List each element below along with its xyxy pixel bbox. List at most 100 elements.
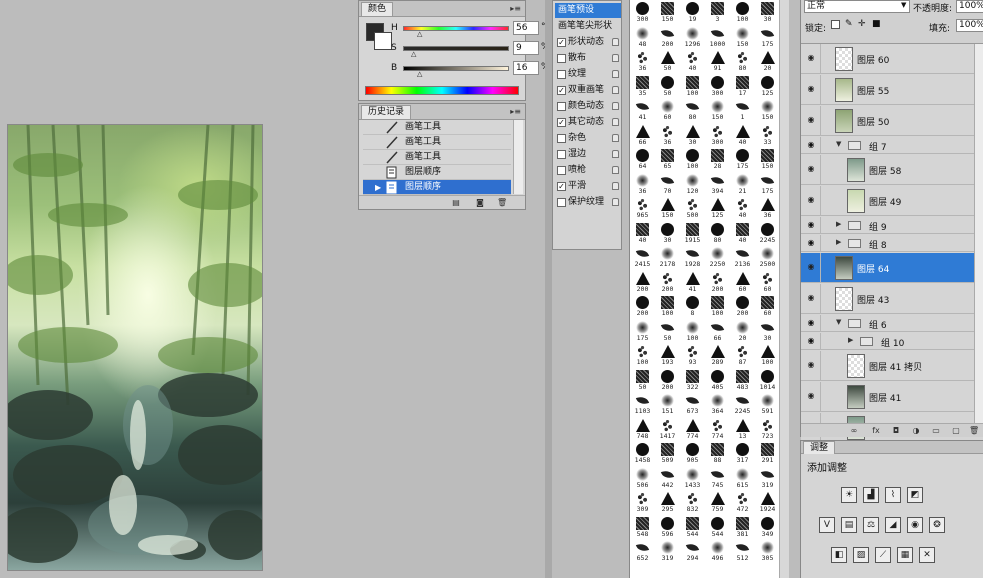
brush-preset-tip[interactable]: 1915 bbox=[680, 221, 705, 245]
brush-preset-tip[interactable]: 544 bbox=[680, 515, 705, 539]
brush-preset-tip[interactable]: 40 bbox=[730, 221, 755, 245]
brush-preset-tip[interactable]: 748 bbox=[630, 417, 655, 441]
brush-preset-tip[interactable]: 405 bbox=[705, 368, 730, 392]
brush-preset-tip[interactable]: 35 bbox=[630, 74, 655, 98]
brush-preset-tip[interactable]: 30 bbox=[655, 221, 680, 245]
brush-preset-tip[interactable]: 100 bbox=[680, 147, 705, 171]
brush-preset-tip[interactable]: 294 bbox=[680, 539, 705, 563]
layer-row[interactable]: ◉ 图层 41 bbox=[801, 382, 983, 412]
brush-preset-tip[interactable]: 200 bbox=[730, 294, 755, 318]
brush-preset-tip[interactable]: 60 bbox=[655, 98, 680, 122]
history-scrollbar[interactable] bbox=[513, 120, 523, 194]
brush-preset-tip[interactable]: 150 bbox=[730, 25, 755, 49]
brush-preset-tip[interactable]: 319 bbox=[655, 539, 680, 563]
history-item-selected[interactable]: ▶ 图层顺序 bbox=[363, 180, 511, 195]
panel-menu-icon[interactable]: ▸≡ bbox=[510, 107, 521, 116]
brightness-value-input[interactable]: 16 bbox=[513, 61, 539, 75]
brush-preset-tip[interactable]: 40 bbox=[680, 49, 705, 73]
brush-preset-tip[interactable]: 150 bbox=[755, 98, 779, 122]
tab-color[interactable]: 颜色 bbox=[361, 2, 394, 16]
brush-preset-tip[interactable]: 322 bbox=[680, 368, 705, 392]
eye-icon[interactable]: ◉ bbox=[805, 391, 817, 401]
history-item[interactable]: 画笔工具 bbox=[363, 120, 511, 135]
brush-preset-tip[interactable]: 652 bbox=[630, 539, 655, 563]
brush-preset-tip[interactable]: 673 bbox=[680, 392, 705, 416]
brush-preset-tip[interactable]: 1103 bbox=[630, 392, 655, 416]
layer-row-selected[interactable]: ◉ 图层 64 bbox=[801, 253, 983, 283]
smoothing-checkbox[interactable]: ✓ bbox=[557, 182, 566, 191]
brush-presets-button[interactable]: 画笔预设 bbox=[555, 3, 621, 18]
brush-preset-tip[interactable]: 305 bbox=[755, 539, 779, 563]
brush-preset-tip[interactable]: 150 bbox=[705, 98, 730, 122]
other-dynamics-checkbox[interactable]: ✓ bbox=[557, 118, 566, 127]
brush-preset-tip[interactable]: 496 bbox=[705, 539, 730, 563]
brush-preset-tip[interactable]: 300 bbox=[630, 0, 655, 24]
lock-position-icon[interactable]: ✛ bbox=[858, 19, 866, 29]
vibrance-icon[interactable]: V bbox=[819, 517, 835, 533]
expand-closed-icon[interactable]: ▶ bbox=[836, 238, 841, 246]
brush-preset-tip[interactable]: 150 bbox=[655, 196, 680, 220]
camera-snapshot-icon[interactable]: ◙ bbox=[475, 198, 485, 207]
brush-preset-tip[interactable]: 50 bbox=[655, 49, 680, 73]
expand-closed-icon[interactable]: ▶ bbox=[836, 220, 841, 228]
eye-icon[interactable]: ◉ bbox=[805, 238, 817, 248]
lock-all-icon[interactable]: ■ bbox=[872, 19, 881, 29]
eye-icon[interactable]: ◉ bbox=[805, 293, 817, 303]
lock-icon[interactable] bbox=[612, 54, 619, 62]
expand-closed-icon[interactable]: ▶ bbox=[848, 336, 853, 344]
lock-icon[interactable] bbox=[612, 38, 619, 46]
black-white-icon[interactable]: ◢ bbox=[885, 517, 901, 533]
trash-icon[interactable]: 🗑 bbox=[497, 198, 507, 207]
brush-preset-tip[interactable]: 13 bbox=[730, 417, 755, 441]
brush-preset-tip[interactable]: 100 bbox=[680, 74, 705, 98]
layer-row[interactable]: ◉ 图层 60 bbox=[801, 44, 983, 74]
brush-preset-tip[interactable]: 2250 bbox=[705, 245, 730, 269]
brightness-contrast-icon[interactable]: ☀ bbox=[841, 487, 857, 503]
tab-history[interactable]: 历史记录 bbox=[361, 105, 412, 119]
expand-open-icon[interactable]: ▼ bbox=[836, 318, 841, 326]
layer-row[interactable]: ◉ 图层 49 bbox=[801, 186, 983, 216]
brush-preset-tip[interactable]: 40 bbox=[730, 123, 755, 147]
trash-icon[interactable]: 🗑 bbox=[969, 426, 979, 435]
brush-grid-scrollbar[interactable] bbox=[779, 0, 789, 578]
wet-edges-checkbox[interactable] bbox=[557, 150, 566, 159]
chevron-down-icon[interactable]: ▼ bbox=[901, 1, 906, 9]
history-item[interactable]: 画笔工具 bbox=[363, 135, 511, 150]
brush-preset-tip[interactable]: 193 bbox=[655, 343, 680, 367]
smoothing-item[interactable]: ✓ 平滑 bbox=[555, 179, 621, 194]
lock-icon[interactable] bbox=[612, 70, 619, 78]
layer-row[interactable]: ◉ 图层 41 拷贝 bbox=[801, 351, 983, 381]
lock-transparent-icon[interactable] bbox=[831, 20, 840, 29]
lock-icon[interactable] bbox=[612, 134, 619, 142]
brush-preset-tip[interactable]: 91 bbox=[705, 49, 730, 73]
lock-icon[interactable] bbox=[612, 118, 619, 126]
brush-preset-tip[interactable]: 200 bbox=[655, 270, 680, 294]
eye-icon[interactable]: ◉ bbox=[805, 360, 817, 370]
brush-preset-tip[interactable]: 30 bbox=[755, 0, 779, 24]
brush-preset-tip[interactable]: 88 bbox=[705, 441, 730, 465]
brush-preset-tip[interactable]: 60 bbox=[755, 270, 779, 294]
brush-preset-tip[interactable]: 2415 bbox=[630, 245, 655, 269]
brush-preset-tip[interactable]: 66 bbox=[705, 319, 730, 343]
lock-pixels-icon[interactable]: ✎ bbox=[845, 19, 853, 29]
color-spectrum-bar[interactable] bbox=[365, 86, 519, 95]
layers-scrollbar[interactable] bbox=[974, 44, 983, 424]
noise-checkbox[interactable] bbox=[557, 134, 566, 143]
expand-open-icon[interactable]: ▼ bbox=[836, 140, 841, 148]
adjustment-layer-icon[interactable]: ◑ bbox=[911, 426, 921, 435]
brush-preset-tip[interactable]: 200 bbox=[705, 270, 730, 294]
eye-icon[interactable]: ◉ bbox=[805, 318, 817, 328]
hue-saturation-icon[interactable]: ▤ bbox=[841, 517, 857, 533]
layer-group-row[interactable]: ◉ ▶ 组 10 bbox=[801, 333, 983, 350]
brush-preset-tip[interactable]: 80 bbox=[730, 49, 755, 73]
brush-preset-tip[interactable]: 1433 bbox=[680, 466, 705, 490]
eye-icon[interactable]: ◉ bbox=[805, 195, 817, 205]
brush-preset-tip[interactable]: 87 bbox=[730, 343, 755, 367]
history-item[interactable]: 画笔工具 bbox=[363, 150, 511, 165]
brush-preset-tip[interactable]: 40 bbox=[730, 196, 755, 220]
brush-preset-tip[interactable]: 100 bbox=[705, 294, 730, 318]
dual-brush-checkbox[interactable]: ✓ bbox=[557, 86, 566, 95]
brush-preset-tip[interactable]: 319 bbox=[755, 466, 779, 490]
brightness-slider[interactable]: B △ 16 % bbox=[389, 61, 550, 78]
lock-icon[interactable] bbox=[612, 150, 619, 158]
